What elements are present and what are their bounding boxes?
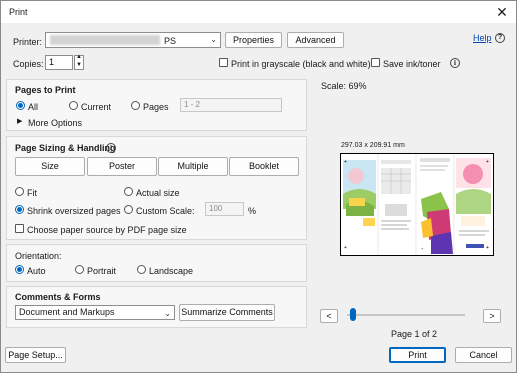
fit-radio[interactable] [15,187,24,196]
page-slider-track[interactable] [347,314,465,316]
comments-forms-value: Document and Markups [19,307,115,317]
svg-text:+: + [344,159,347,165]
auto-orientation-label: Auto [27,266,46,276]
comments-forms-select[interactable]: Document and Markups ⌄ [15,305,175,320]
expand-triangle-icon[interactable]: ▶ [17,117,22,125]
save-ink-info-icon[interactable]: i [450,58,460,68]
actual-size-radio[interactable] [124,187,133,196]
multiple-tab-button[interactable]: Multiple [158,157,228,176]
svg-text:+: + [486,245,489,251]
all-pages-label: All [28,102,39,112]
copies-label: Copies: [13,59,44,69]
all-pages-radio[interactable] [16,101,25,110]
custom-scale-label: Custom Scale: [136,206,195,216]
help-link[interactable]: Help [473,33,492,43]
printer-name-blurred [50,35,160,45]
portrait-radio[interactable] [75,265,84,274]
fit-label: Fit [27,188,37,198]
svg-text:+: + [486,159,489,165]
advanced-button[interactable]: Advanced [287,32,344,48]
cancel-button[interactable]: Cancel [455,347,512,363]
current-page-radio[interactable] [69,101,78,110]
pages-range-radio[interactable] [131,101,140,110]
print-dialog: Print ✕ Printer: PS ⌄ Properties Advance… [0,0,517,373]
pages-range-input[interactable]: 1 - 2 [180,98,282,112]
prev-page-button[interactable]: < [320,309,338,323]
title-bar: Print ✕ [1,1,516,23]
next-page-button[interactable]: > [483,309,501,323]
scale-label: Scale: 69% [321,81,367,91]
custom-scale-input[interactable]: 100 [205,202,244,216]
shrink-label: Shrink oversized pages [27,206,121,216]
spin-up-icon[interactable]: ▲ [76,54,82,60]
chevron-down-icon: ⌄ [164,309,171,318]
spin-down-icon[interactable]: ▼ [76,62,82,68]
save-ink-label: Save ink/toner [383,59,441,69]
portrait-label: Portrait [87,266,117,276]
grayscale-checkbox[interactable] [219,58,228,67]
auto-orientation-radio[interactable] [15,265,24,274]
comments-forms-title: Comments & Forms [15,292,101,302]
page-indicator: Page 1 of 2 [391,329,438,339]
print-button[interactable]: Print [389,347,446,363]
brochure-preview-image: + + + + + [341,154,493,255]
pages-range-label: Pages [143,102,169,112]
printer-label: Printer: [13,37,43,47]
page-slider-thumb[interactable] [349,308,356,321]
summarize-comments-button[interactable]: Summarize Comments [179,304,275,321]
more-options-label[interactable]: More Options [28,118,82,128]
copies-input[interactable]: 1 [45,55,73,70]
orientation-title: Orientation: [15,251,62,261]
copies-spinner[interactable]: ▲ ▼ [74,54,84,70]
pages-to-print-title: Pages to Print [15,85,76,95]
shrink-radio[interactable] [15,205,24,214]
pages-to-print-panel: Pages to Print All Current Pages 1 - 2 ▶… [6,79,307,131]
page-setup-button[interactable]: Page Setup... [5,347,66,363]
landscape-radio[interactable] [137,265,146,274]
paper-source-label: Choose paper source by PDF page size [27,225,187,235]
help-question-icon[interactable]: ? [495,33,505,43]
printer-value: PS [164,36,177,46]
orientation-panel: Orientation: Auto Portrait Landscape [6,244,307,282]
size-tab-button[interactable]: Size [15,157,85,176]
actual-size-label: Actual size [136,188,180,198]
close-icon[interactable]: ✕ [494,4,510,20]
booklet-tab-button[interactable]: Booklet [229,157,299,176]
page-sizing-info-icon[interactable]: i [106,143,116,153]
paper-source-checkbox[interactable] [15,224,24,233]
custom-scale-radio[interactable] [124,205,133,214]
properties-button[interactable]: Properties [225,32,282,48]
page-sizing-title: Page Sizing & Handling [15,143,116,153]
poster-tab-button[interactable]: Poster [87,157,157,176]
svg-text:+: + [344,245,347,251]
save-ink-checkbox[interactable] [371,58,380,67]
page-sizing-panel: Page Sizing & Handling i Size Poster Mul… [6,136,307,240]
current-page-label: Current [81,102,112,112]
landscape-label: Landscape [149,266,194,276]
grayscale-label: Print in grayscale (black and white) [231,59,371,69]
dimensions-label: 297.03 x 209.91 mm [341,142,405,149]
page-preview: + + + + + [340,153,494,256]
comments-forms-panel: Comments & Forms Document and Markups ⌄ … [6,286,307,328]
printer-select[interactable]: PS ⌄ [45,32,221,48]
window-title: Print [9,7,28,17]
chevron-down-icon: ⌄ [210,35,217,44]
percent-label: % [248,206,257,216]
